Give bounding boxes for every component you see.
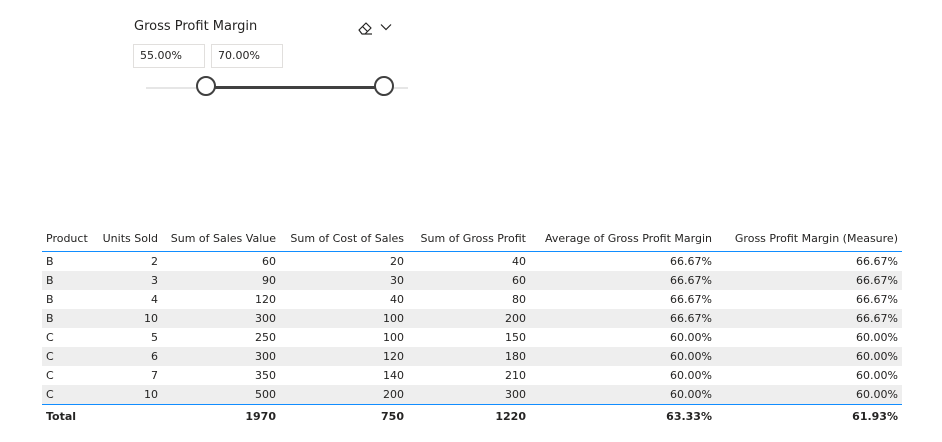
column-header-avg-gross-profit-margin[interactable]: Average of Gross Profit Margin <box>530 225 716 252</box>
column-header-cost-of-sales[interactable]: Sum of Cost of Sales <box>280 225 408 252</box>
total-avg-gross-profit-margin: 63.33% <box>530 404 716 427</box>
cell-gross-profit-margin-measure: 60.00% <box>716 385 902 405</box>
cell-cost-of-sales: 30 <box>280 271 408 290</box>
range-slider[interactable] <box>146 76 408 100</box>
cell-sales-value: 300 <box>162 347 280 366</box>
cell-units-sold: 7 <box>151 369 158 382</box>
cell-avg-gross-profit-margin: 60.00% <box>530 385 716 405</box>
table-row: C 10 500 200 300 60.00% 60.00% <box>42 385 902 405</box>
cell-gross-profit-margin-measure: 60.00% <box>856 331 898 344</box>
cell-avg-gross-profit-margin: 66.67% <box>530 271 716 290</box>
cell-units-sold: 3 <box>96 271 162 290</box>
cell-cost-of-sales: 20 <box>390 255 404 268</box>
cell-avg-gross-profit-margin: 66.67% <box>670 293 712 306</box>
cell-units-sold: 4 <box>151 293 158 306</box>
gross-profit-margin-slicer: Gross Profit Margin 55.00% 70.00% <box>0 0 420 120</box>
cell-avg-gross-profit-margin: 66.67% <box>670 255 712 268</box>
cell-gross-profit: 60 <box>408 271 530 290</box>
total-sales-value: 1970 <box>162 404 280 427</box>
cell-units-sold: 10 <box>96 309 162 328</box>
total-gross-profit: 1220 <box>408 404 530 427</box>
range-min-input[interactable]: 55.00% <box>133 44 205 68</box>
cell-gross-profit-margin-measure: 66.67% <box>856 255 898 268</box>
column-header-sales-value[interactable]: Sum of Sales Value <box>162 225 280 252</box>
eraser-icon[interactable] <box>356 19 374 37</box>
cell-units-sold: 5 <box>151 331 158 344</box>
cell-product: B <box>42 271 96 290</box>
cell-product: C <box>42 347 96 366</box>
slider-selected-range <box>206 86 385 89</box>
table-row: C 7 350 140 210 60.00% 60.00% <box>42 366 902 385</box>
column-header-product[interactable]: Product <box>42 225 96 252</box>
cell-cost-of-sales: 140 <box>383 369 404 382</box>
total-gross-profit-margin-measure: 61.93% <box>716 404 902 427</box>
cell-gross-profit: 210 <box>505 369 526 382</box>
table-row: B 3 90 30 60 66.67% 66.67% <box>42 271 902 290</box>
cell-units-sold: 6 <box>96 347 162 366</box>
cell-gross-profit-margin-measure: 60.00% <box>856 369 898 382</box>
cell-avg-gross-profit-margin: 60.00% <box>530 347 716 366</box>
cell-cost-of-sales: 100 <box>280 309 408 328</box>
cell-gross-profit: 200 <box>408 309 530 328</box>
cell-product: B <box>46 293 54 306</box>
cell-product: B <box>42 309 96 328</box>
cell-product: B <box>46 255 54 268</box>
cell-cost-of-sales: 200 <box>280 385 408 405</box>
cell-gross-profit-margin-measure: 66.67% <box>716 271 902 290</box>
table-row: B 2 60 20 40 66.67% 66.67% <box>42 252 902 272</box>
table-total-row: Total 1970 750 1220 63.33% 61.93% <box>42 404 902 427</box>
cell-sales-value: 120 <box>255 293 276 306</box>
cell-cost-of-sales: 120 <box>280 347 408 366</box>
cell-sales-value: 500 <box>162 385 280 405</box>
cell-product: C <box>46 331 54 344</box>
cell-cost-of-sales: 100 <box>383 331 404 344</box>
chevron-down-icon[interactable] <box>379 20 393 34</box>
cell-sales-value: 250 <box>255 331 276 344</box>
cell-gross-profit: 40 <box>512 255 526 268</box>
cell-gross-profit: 180 <box>408 347 530 366</box>
table-header-row: Product Units Sold Sum of Sales Value Su… <box>42 225 902 252</box>
cell-sales-value: 90 <box>162 271 280 290</box>
cell-sales-value: 300 <box>162 309 280 328</box>
cell-avg-gross-profit-margin: 66.67% <box>530 309 716 328</box>
cell-avg-gross-profit-margin: 60.00% <box>670 369 712 382</box>
cell-sales-value: 60 <box>262 255 276 268</box>
table-row: C 5 250 100 150 60.00% 60.00% <box>42 328 902 347</box>
range-max-input[interactable]: 70.00% <box>211 44 283 68</box>
table-row: C 6 300 120 180 60.00% 60.00% <box>42 347 902 366</box>
total-units-sold <box>96 404 162 427</box>
cell-units-sold: 2 <box>151 255 158 268</box>
cell-gross-profit-margin-measure: 66.67% <box>716 309 902 328</box>
cell-gross-profit-margin-measure: 66.67% <box>856 293 898 306</box>
cell-sales-value: 350 <box>255 369 276 382</box>
cell-product: C <box>46 369 54 382</box>
slider-min-handle[interactable] <box>196 76 217 96</box>
cell-product: C <box>42 385 96 405</box>
slicer-title: Gross Profit Margin <box>134 19 258 34</box>
total-cost-of-sales: 750 <box>280 404 408 427</box>
cell-gross-profit: 80 <box>512 293 526 306</box>
cell-avg-gross-profit-margin: 60.00% <box>670 331 712 344</box>
cell-units-sold: 10 <box>96 385 162 405</box>
table-row: B 4 120 40 80 66.67% 66.67% <box>42 290 902 309</box>
column-header-gross-profit[interactable]: Sum of Gross Profit <box>408 225 530 252</box>
sales-table: Product Units Sold Sum of Sales Value Su… <box>42 225 902 427</box>
table-row: B 10 300 100 200 66.67% 66.67% <box>42 309 902 328</box>
column-header-units-sold[interactable]: Units Sold <box>96 225 162 252</box>
cell-gross-profit-margin-measure: 60.00% <box>716 347 902 366</box>
cell-gross-profit: 300 <box>408 385 530 405</box>
cell-cost-of-sales: 40 <box>390 293 404 306</box>
total-label: Total <box>42 404 96 427</box>
column-header-gross-profit-margin-measure[interactable]: Gross Profit Margin (Measure) <box>716 225 902 252</box>
cell-gross-profit: 150 <box>505 331 526 344</box>
slider-max-handle[interactable] <box>374 76 395 96</box>
